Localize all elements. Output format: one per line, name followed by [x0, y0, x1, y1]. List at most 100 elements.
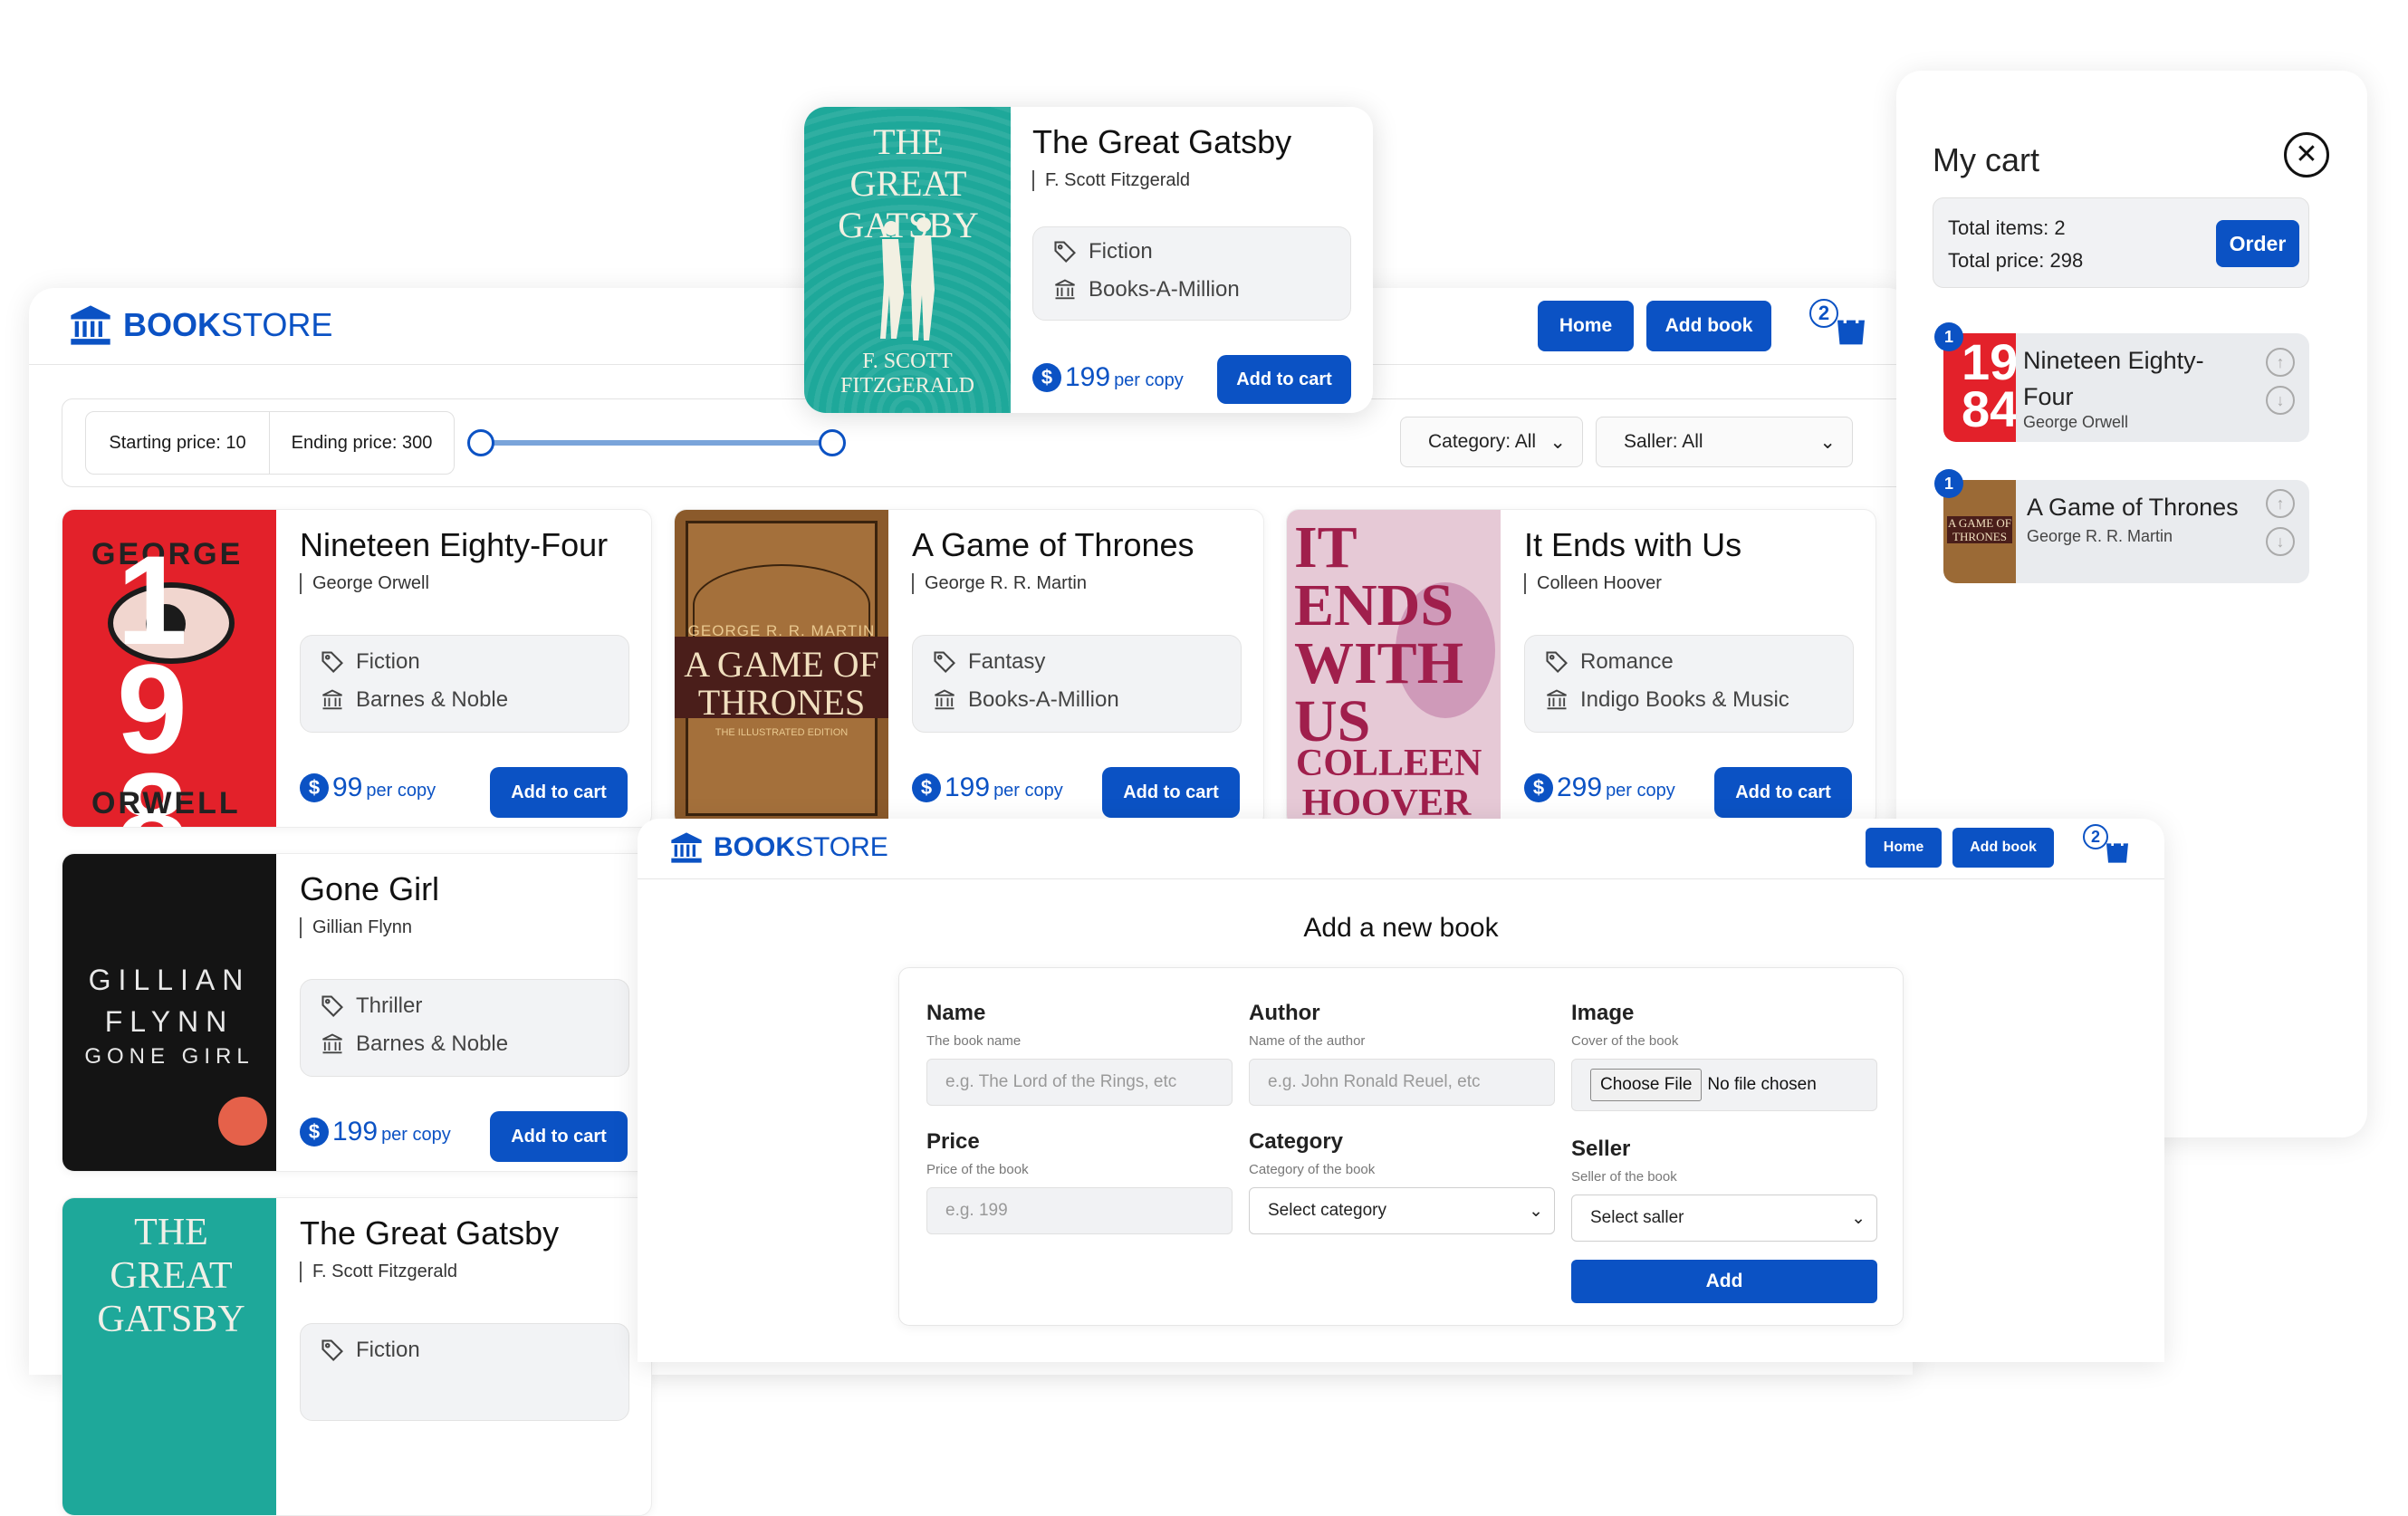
close-button[interactable]: ✕: [2284, 132, 2329, 178]
book-title[interactable]: The Great Gatsby: [300, 1214, 559, 1252]
bank-icon: [71, 305, 110, 345]
seller-select-value: Saller: All: [1624, 431, 1703, 452]
order-button[interactable]: Order: [2216, 220, 2299, 267]
arrow-up-icon: ↑: [2276, 494, 2285, 513]
increase-quantity-button[interactable]: ↑: [2266, 489, 2295, 518]
price-slider-min-handle[interactable]: [467, 429, 494, 456]
cover-author-bottom: ORWELL: [91, 786, 241, 820]
cart-count-badge: 2: [1809, 299, 1838, 328]
home-button[interactable]: Home: [1538, 301, 1634, 351]
price-slider-max-handle[interactable]: [819, 429, 846, 456]
brand-regular: STORE: [221, 306, 333, 343]
arrow-down-icon: ↓: [2276, 390, 2285, 409]
seller-select-value: Select saller: [1590, 1208, 1684, 1227]
category-select-value: Select category: [1268, 1201, 1386, 1220]
book-author: F. Scott Fitzgerald: [1032, 170, 1190, 191]
cover-author-text: F. SCOTT FITZGERALD: [840, 350, 974, 398]
seller-select[interactable]: Saller: All ⌄: [1596, 417, 1853, 467]
book-cover-got: GEORGE R. R. MARTIN A GAME OF THRONES TH…: [675, 510, 888, 827]
cover-big-text: IT ENDS WITH US: [1294, 514, 1464, 754]
book-price: $199 per copy: [1032, 362, 1184, 393]
book-store: Books-A-Million: [932, 687, 1119, 713]
brand-bold: BOOK: [123, 306, 221, 343]
add-book-button[interactable]: Add book: [1646, 301, 1771, 351]
store-logo[interactable]: BOOKSTORE: [668, 830, 888, 866]
book-store: Indigo Books & Music: [1544, 687, 1789, 713]
arrow-down-icon: ↓: [2276, 532, 2285, 551]
couple-silhouette-icon: [880, 217, 935, 341]
book-cover-gone-girl: GILLIAN FLYNN GONE GIRL: [62, 854, 276, 1171]
cover-author-bottom: COLLEEN HOOVER: [1296, 743, 1482, 824]
seller-label: Seller: [1571, 1137, 1631, 1161]
cart-button[interactable]: 2: [1808, 297, 1873, 351]
cart-item-quantity: 1: [1934, 322, 1963, 351]
category-select[interactable]: Select category ⌄: [1249, 1187, 1555, 1234]
cart-count-badge: 2: [2083, 824, 2108, 849]
price-slider-track[interactable]: [482, 440, 835, 446]
decrease-quantity-button[interactable]: ↓: [2266, 527, 2295, 556]
arrow-up-icon: ↑: [2276, 352, 2285, 371]
cover-big-text: GILLIAN FLYNN: [88, 964, 251, 1038]
add-book-button[interactable]: Add book: [1952, 828, 2054, 868]
author-input[interactable]: e.g. John Ronald Reuel, etc: [1249, 1059, 1555, 1106]
price-hint: Price of the book: [926, 1162, 1029, 1177]
form-heading: Add a new book: [1303, 913, 1499, 943]
choose-file-button[interactable]: Choose File: [1590, 1069, 1703, 1101]
book-category: Thriller: [320, 993, 422, 1019]
bank-icon: [322, 1033, 342, 1054]
close-icon: ✕: [2295, 139, 2318, 169]
book-category: Fiction: [320, 1338, 420, 1363]
add-to-cart-button[interactable]: Add to cart: [490, 767, 628, 818]
name-input[interactable]: e.g. The Lord of the Rings, etc: [926, 1059, 1233, 1106]
dollar-icon: $: [1032, 363, 1061, 392]
book-card: IT ENDS WITH US COLLEEN HOOVER It Ends w…: [1286, 509, 1876, 828]
cart-item-title: Nineteen Eighty-Four: [2023, 347, 2204, 410]
dollar-icon: $: [1524, 773, 1553, 802]
author-label: Author: [1249, 1001, 1320, 1025]
seller-select[interactable]: Select saller ⌄: [1571, 1195, 1877, 1242]
book-author: F. Scott Fitzgerald: [300, 1262, 457, 1282]
add-to-cart-button[interactable]: Add to cart: [1102, 767, 1240, 818]
cart-button[interactable]: 2: [2083, 824, 2137, 869]
book-popup-card: THE GREAT GATSBY F. SCOTT FITZGERALD The…: [804, 107, 1373, 413]
add-book-window: BOOKSTORE Home Add book 2 Add a new book…: [638, 819, 2164, 1362]
increase-quantity-button[interactable]: ↑: [2266, 348, 2295, 377]
add-to-cart-button[interactable]: Add to cart: [1217, 355, 1351, 404]
book-price: $199 per copy: [912, 772, 1063, 803]
book-card: GEORGE R. R. MARTIN A GAME OF THRONES TH…: [674, 509, 1264, 828]
home-button[interactable]: Home: [1866, 828, 1942, 868]
book-store: Barnes & Noble: [320, 1031, 508, 1057]
book-cover-it-ends: IT ENDS WITH US COLLEEN HOOVER: [1287, 510, 1501, 827]
tag-icon: [321, 1339, 343, 1361]
book-title[interactable]: Nineteen Eighty-Four: [300, 526, 608, 564]
book-store: Books-A-Million: [1052, 277, 1240, 302]
cart-item-title: A Game of Thrones: [2027, 494, 2239, 521]
book-title[interactable]: A Game of Thrones: [912, 526, 1194, 564]
book-card: THE GREAT GATSBY The Great Gatsby F. Scot…: [62, 1197, 652, 1516]
book-cover-gatsby: THE GREAT GATSBY: [62, 1198, 276, 1515]
chevron-down-icon: ⌄: [1851, 1208, 1866, 1228]
name-hint: The book name: [926, 1033, 1022, 1049]
category-select-value: Category: All: [1428, 431, 1537, 452]
book-title[interactable]: It Ends with Us: [1524, 526, 1741, 564]
decrease-quantity-button[interactable]: ↓: [2266, 386, 2295, 415]
book-category: Fiction: [1052, 239, 1153, 264]
book-title[interactable]: Gone Girl: [300, 870, 439, 908]
price-input[interactable]: e.g. 199: [926, 1187, 1233, 1234]
ending-price-label: Ending price: 300: [269, 411, 455, 475]
tag-icon: [1546, 651, 1568, 673]
book-price: $99 per copy: [300, 772, 436, 803]
add-submit-button[interactable]: Add: [1571, 1260, 1877, 1303]
cart-item: 19 84 Nineteen Eighty-Four George Orwell…: [1943, 333, 2309, 442]
add-to-cart-button[interactable]: Add to cart: [490, 1111, 628, 1162]
tag-icon: [321, 995, 343, 1017]
bank-icon: [671, 832, 702, 863]
header-divider: [638, 878, 2164, 879]
book-author: Colleen Hoover: [1524, 573, 1662, 594]
store-logo[interactable]: BOOKSTORE: [67, 301, 332, 350]
category-select[interactable]: Category: All ⌄: [1400, 417, 1583, 467]
dollar-icon: $: [912, 773, 941, 802]
book-title[interactable]: The Great Gatsby: [1032, 123, 1291, 161]
image-file-input: Choose File No file chosen: [1571, 1059, 1877, 1111]
add-to-cart-button[interactable]: Add to cart: [1714, 767, 1852, 818]
